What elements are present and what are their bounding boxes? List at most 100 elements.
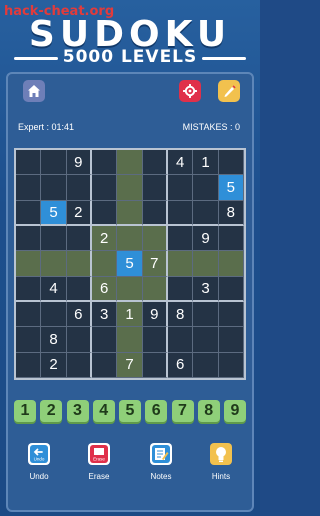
board-cell[interactable] bbox=[66, 251, 92, 277]
board-cell[interactable] bbox=[66, 352, 92, 378]
board-cell[interactable] bbox=[218, 251, 244, 277]
board-cell[interactable] bbox=[218, 302, 244, 328]
board-cell[interactable]: 5 bbox=[117, 251, 143, 277]
board-cell[interactable] bbox=[142, 200, 168, 226]
board-cell[interactable] bbox=[142, 276, 168, 302]
board-cell[interactable]: 7 bbox=[142, 251, 168, 277]
board-cell[interactable] bbox=[193, 251, 219, 277]
board-cell[interactable] bbox=[168, 327, 194, 353]
number-button-1[interactable]: 1 bbox=[14, 400, 36, 422]
board-cell[interactable] bbox=[142, 327, 168, 353]
board-cell[interactable]: 6 bbox=[92, 276, 118, 302]
board-cell[interactable]: 1 bbox=[117, 302, 143, 328]
board-cell[interactable]: 3 bbox=[193, 276, 219, 302]
board-cell[interactable] bbox=[117, 226, 143, 252]
board-cell[interactable] bbox=[142, 352, 168, 378]
board-cell[interactable] bbox=[168, 251, 194, 277]
board-cell[interactable] bbox=[142, 150, 168, 176]
board-cell[interactable]: 6 bbox=[168, 352, 194, 378]
board-cell[interactable] bbox=[117, 175, 143, 201]
board-cell[interactable] bbox=[193, 302, 219, 328]
board-cell[interactable]: 4 bbox=[41, 276, 67, 302]
board-cell[interactable] bbox=[41, 251, 67, 277]
board-cell[interactable] bbox=[16, 150, 42, 176]
erase-button[interactable]: Erase Erase bbox=[79, 443, 119, 481]
board-cell[interactable] bbox=[92, 352, 118, 378]
board-cell[interactable] bbox=[193, 327, 219, 353]
board-cell[interactable] bbox=[168, 276, 194, 302]
difficulty-timer: Expert : 01:41 bbox=[18, 122, 75, 132]
board-cell[interactable] bbox=[16, 175, 42, 201]
settings-button[interactable] bbox=[179, 80, 201, 102]
board-cell[interactable] bbox=[168, 200, 194, 226]
hints-label: Hints bbox=[211, 472, 231, 481]
board-cell[interactable]: 6 bbox=[66, 302, 92, 328]
pencil-button[interactable] bbox=[218, 80, 240, 102]
board-cell[interactable] bbox=[92, 200, 118, 226]
number-button-5[interactable]: 5 bbox=[119, 400, 141, 422]
board-cell[interactable] bbox=[142, 175, 168, 201]
board-cell[interactable]: 9 bbox=[66, 150, 92, 176]
number-button-8[interactable]: 8 bbox=[197, 400, 220, 422]
board-cell[interactable] bbox=[218, 327, 244, 353]
board-cell[interactable] bbox=[41, 175, 67, 201]
board-cell[interactable] bbox=[168, 226, 194, 252]
board-cell[interactable] bbox=[92, 175, 118, 201]
number-button-9[interactable]: 9 bbox=[224, 400, 246, 422]
board-cell[interactable] bbox=[117, 150, 143, 176]
board-cell[interactable] bbox=[92, 251, 118, 277]
board-cell[interactable] bbox=[117, 276, 143, 302]
board-cell[interactable]: 7 bbox=[117, 352, 143, 378]
number-button-4[interactable]: 4 bbox=[92, 400, 115, 422]
number-button-7[interactable]: 7 bbox=[171, 400, 194, 422]
board-cell[interactable] bbox=[92, 150, 118, 176]
board-cell[interactable] bbox=[193, 175, 219, 201]
board-cell[interactable] bbox=[16, 200, 42, 226]
board-cell[interactable] bbox=[16, 226, 42, 252]
board-cell[interactable] bbox=[193, 200, 219, 226]
board-cell[interactable] bbox=[16, 352, 42, 378]
board-cell[interactable] bbox=[117, 327, 143, 353]
board-cell[interactable] bbox=[168, 175, 194, 201]
board-cell[interactable]: 1 bbox=[193, 150, 219, 176]
board-cell[interactable] bbox=[66, 175, 92, 201]
board-cell[interactable] bbox=[16, 276, 42, 302]
board-cell[interactable]: 8 bbox=[41, 327, 67, 353]
board-cell[interactable]: 8 bbox=[218, 200, 244, 226]
board-cell[interactable] bbox=[41, 302, 67, 328]
board-cell[interactable] bbox=[16, 251, 42, 277]
board-cell[interactable] bbox=[41, 150, 67, 176]
board-cell[interactable]: 5 bbox=[218, 175, 244, 201]
number-button-2[interactable]: 2 bbox=[40, 400, 63, 422]
board-cell[interactable] bbox=[92, 327, 118, 353]
number-button-3[interactable]: 3 bbox=[66, 400, 89, 422]
mistakes-counter: MISTAKES : 0 bbox=[182, 122, 240, 132]
board-cell[interactable]: 2 bbox=[92, 226, 118, 252]
board-cell[interactable] bbox=[41, 226, 67, 252]
board-cell[interactable] bbox=[117, 200, 143, 226]
board-cell[interactable]: 2 bbox=[41, 352, 67, 378]
board-cell[interactable] bbox=[193, 352, 219, 378]
board-cell[interactable]: 3 bbox=[92, 302, 118, 328]
board-cell[interactable]: 8 bbox=[168, 302, 194, 328]
board-cell[interactable] bbox=[16, 302, 42, 328]
board-cell[interactable] bbox=[66, 276, 92, 302]
number-button-6[interactable]: 6 bbox=[145, 400, 168, 422]
board-cell[interactable] bbox=[66, 327, 92, 353]
undo-button[interactable]: Undo Undo bbox=[19, 443, 59, 481]
board-cell[interactable]: 4 bbox=[168, 150, 194, 176]
board-cell[interactable] bbox=[218, 150, 244, 176]
board-cell[interactable]: 5 bbox=[41, 200, 67, 226]
board-cell[interactable] bbox=[142, 226, 168, 252]
board-cell[interactable] bbox=[218, 226, 244, 252]
board-cell[interactable]: 9 bbox=[193, 226, 219, 252]
board-cell[interactable]: 9 bbox=[142, 302, 168, 328]
board-cell[interactable]: 2 bbox=[66, 200, 92, 226]
notes-button[interactable]: Notes bbox=[141, 443, 181, 481]
board-cell[interactable] bbox=[218, 352, 244, 378]
home-button[interactable] bbox=[23, 80, 45, 102]
board-cell[interactable] bbox=[218, 276, 244, 302]
board-cell[interactable] bbox=[16, 327, 42, 353]
hints-button[interactable]: Hints bbox=[201, 443, 241, 481]
board-cell[interactable] bbox=[66, 226, 92, 252]
